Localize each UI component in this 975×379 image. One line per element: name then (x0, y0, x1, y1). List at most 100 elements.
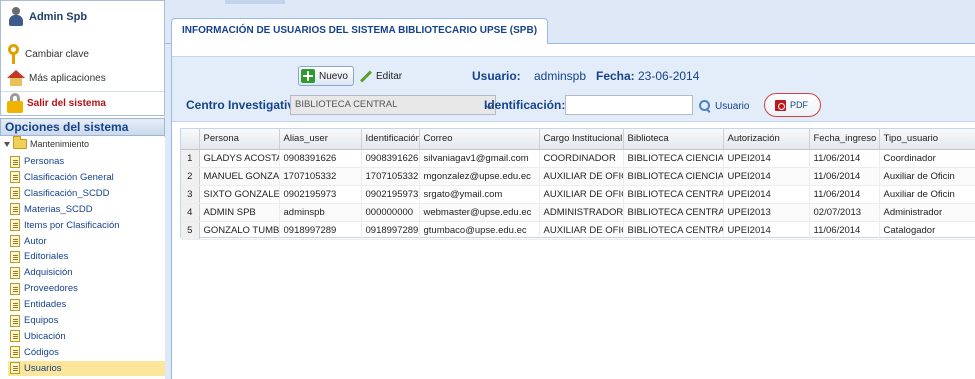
sidebar-item[interactable]: Proveedores (10, 281, 165, 296)
sidebar-item-label: Materias_SCDD (24, 203, 93, 215)
sidebar-item-label: Editoriales (24, 251, 69, 263)
column-header[interactable]: Fecha_ingreso (809, 129, 880, 150)
folder-icon (13, 136, 27, 149)
sidebar-item[interactable]: Autor (10, 234, 165, 249)
users-panel: Nuevo Editar Usuario: adminspb Fecha: 23… (171, 44, 975, 379)
table-row[interactable]: 2MANUEL GONZALE17071053321707105332mgonz… (181, 167, 975, 186)
document-icon (10, 187, 20, 200)
tree-root-mantenimiento[interactable]: Mantenimiento (4, 136, 89, 149)
logout-link[interactable]: Salir del sistema (7, 93, 106, 113)
column-header[interactable]: Persona (199, 129, 280, 150)
search-icon (699, 100, 711, 112)
tab-usuarios[interactable]: INFORMACIÓN DE USUARIOS DEL SISTEMA BIBL… (171, 18, 549, 44)
users-grid: Persona Alias_user Identificación Correo Car… (180, 128, 975, 240)
new-button[interactable]: Nuevo (298, 66, 354, 86)
main-area: INFORMACIÓN DE USUARIOS DEL SISTEMA BIBL… (165, 0, 975, 379)
row-number-header (181, 129, 200, 150)
sidebar-item-label: Usuarios (24, 362, 62, 374)
table-cell: webmaster@upse.edu.ec (419, 203, 540, 222)
sidebar-item-label: Items por Clasificación (24, 219, 120, 231)
document-icon (10, 282, 20, 295)
table-row[interactable]: 4 ADMIN SPB adminspb 000000000 webmaster@ups… (181, 203, 975, 222)
fecha-value: 23-06-2014 (638, 69, 700, 83)
document-icon (10, 346, 20, 359)
row-number: 5 (181, 221, 200, 240)
document-icon (10, 298, 20, 311)
options-tree: Mantenimiento Personas Clasificación Gene… (0, 136, 165, 379)
column-header[interactable]: Biblioteca (623, 129, 724, 150)
edit-button-label: Editar (376, 70, 403, 82)
sidebar-item[interactable]: Personas (10, 154, 165, 169)
change-password-label: Cambiar clave (25, 48, 89, 60)
more-apps-link[interactable]: Más aplicaciones (7, 70, 106, 86)
sidebar-item[interactable]: Clasificación General (10, 170, 165, 185)
search-user-button[interactable]: Usuario (699, 96, 749, 116)
sidebar-item[interactable]: Materias_SCDD (10, 202, 165, 217)
sidebar-item-label: Personas (24, 156, 65, 167)
table-cell: 0902195973 (279, 185, 362, 204)
collapse-arrow-icon[interactable] (4, 141, 10, 147)
sidebar-item-label: Códigos (24, 346, 59, 358)
sidebar-item[interactable]: Códigos (10, 345, 165, 360)
column-header[interactable]: Alias_user (279, 129, 362, 150)
grid-header-row: Persona Alias_user Identificación Correo Car… (181, 129, 975, 150)
toolbar: Nuevo Editar Usuario: adminspb Fecha: 23… (172, 56, 975, 122)
table-cell: SIXTO GONZALEZ (199, 185, 280, 204)
column-header[interactable]: Correo (419, 129, 540, 150)
centro-label: Centro Investigativo: (186, 98, 306, 112)
table-row[interactable]: 1 GLADYS ACOSTA 0908391626 0908391626 silvan… (181, 149, 975, 168)
table-cell: 000000000 (361, 203, 420, 222)
centro-select[interactable]: BIBLIOTECA CENTRAL (290, 95, 496, 115)
left-panel: Admin Spb Cambiar clave Más aplicaciones… (0, 0, 165, 379)
table-row[interactable]: 3 SIXTO GONZALEZ 0902195973 0902195973 srgat… (181, 185, 975, 204)
table-cell: Administrador (879, 203, 975, 222)
sidebar-item[interactable]: Clasificación_SCDD (10, 186, 165, 201)
table-cell: COORDINADOR (539, 149, 624, 168)
identificacion-label: Identificación: (484, 98, 566, 112)
table-cell: AUXILIAR DE OFICI (539, 185, 624, 204)
table-cell: 02/07/2013 (809, 203, 880, 222)
table-cell: UPEI2014 (723, 221, 810, 240)
options-header[interactable]: Opciones del sistema (0, 118, 165, 136)
sidebar-item[interactable]: Ubicación (10, 329, 165, 344)
table-cell: 1707105332 (361, 167, 420, 186)
change-password-link[interactable]: Cambiar clave (7, 44, 89, 64)
logout-label: Salir del sistema (27, 97, 106, 109)
pdf-button[interactable]: PDF (764, 93, 821, 117)
column-header[interactable]: Identificación (361, 129, 420, 150)
sidebar-item[interactable]: Editoriales (10, 249, 165, 264)
sidebar-item-label: Autor (24, 235, 47, 247)
sidebar-item-label: Clasificación_SCDD (24, 187, 110, 199)
table-cell: UPEI2014 (723, 149, 810, 168)
identificacion-input[interactable] (565, 95, 693, 115)
sidebar-item[interactable]: Items por Clasificación (10, 218, 165, 233)
column-header[interactable]: Tipo_usuario (879, 129, 975, 150)
pencil-icon (358, 69, 372, 83)
table-cell: GLADYS ACOSTA (199, 149, 280, 168)
table-cell: 0908391626 (279, 149, 362, 168)
table-cell: 11/06/2014 (809, 185, 880, 204)
user-icon (7, 7, 25, 27)
table-row[interactable]: 5GONZALO TUMBA(09189972890918997289gtumb… (181, 221, 975, 240)
usuario-label: Usuario: (472, 69, 521, 83)
user-box: Admin Spb Cambiar clave Más aplicaciones… (0, 0, 165, 116)
sidebar-item[interactable]: Usuarios (8, 360, 165, 376)
sidebar-item-label: Proveedores (24, 283, 78, 295)
table-cell: mgonzalez@upse.edu.ec (419, 167, 540, 186)
column-header[interactable]: Autorización (723, 129, 810, 150)
table-cell: 0918997289 (361, 221, 420, 240)
users-table: Persona Alias_user Identificación Correo Car… (181, 129, 975, 240)
sidebar-item[interactable]: Equipos (10, 313, 165, 328)
edit-button[interactable]: Editar (358, 66, 402, 86)
table-cell: ADMIN SPB (199, 203, 280, 222)
column-header[interactable]: Cargo Institucional (539, 129, 624, 150)
sidebar-item-label: Clasificación General (24, 171, 114, 183)
sidebar-item[interactable]: Adquisición (10, 265, 165, 280)
sidebar-item-label: Equipos (24, 315, 59, 326)
table-cell: Coordinador (879, 149, 975, 168)
table-cell: Auxiliar de Oficin (879, 167, 975, 186)
table-cell: UPEI2013 (723, 203, 810, 222)
fecha-label: Fecha: (596, 69, 635, 83)
document-icon (10, 203, 20, 216)
sidebar-item[interactable]: Entidades (10, 297, 165, 312)
